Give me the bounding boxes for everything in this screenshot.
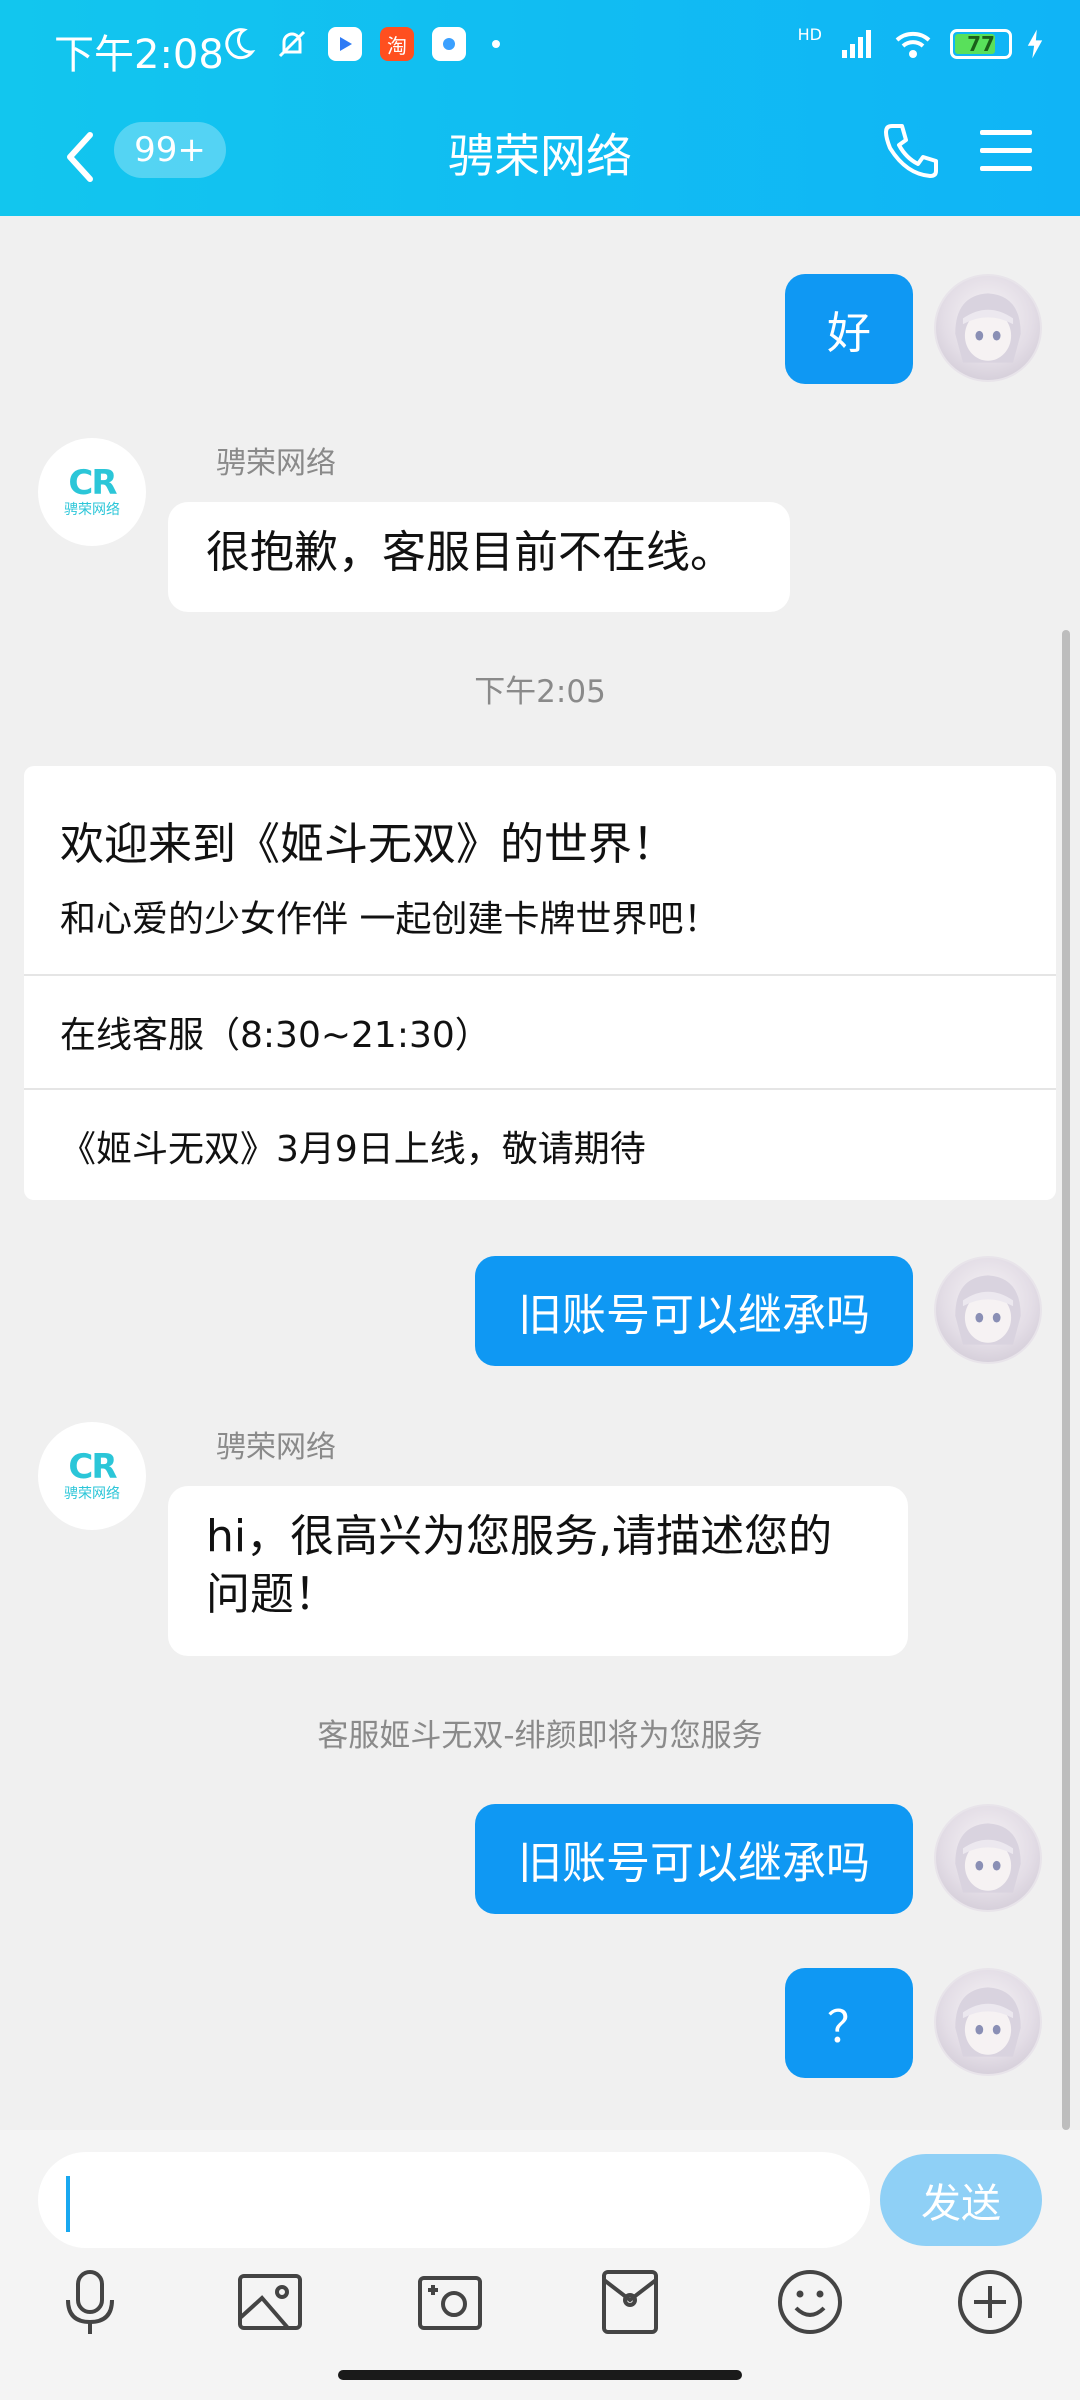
message-text: 好 <box>827 308 871 359</box>
app-icon <box>432 27 466 61</box>
wifi-icon <box>895 31 931 58</box>
image-icon[interactable] <box>232 2264 308 2340</box>
service-avatar[interactable]: CR 骋荣网络 <box>38 438 146 546</box>
phone-call-icon[interactable] <box>878 118 944 184</box>
cr-logo-caption: 骋荣网络 <box>64 1486 120 1502</box>
outgoing-message[interactable]: 旧账号可以继承吗 <box>475 1256 913 1366</box>
status-notification-icons: 淘 <box>220 26 500 62</box>
cr-logo-caption: 骋荣网络 <box>64 502 120 518</box>
microphone-icon[interactable] <box>52 2264 128 2340</box>
top-header: 下午2:08 淘 HD 77 99+ 骋荣网络 <box>0 0 1080 216</box>
taobao-app-icon: 淘 <box>380 27 414 61</box>
more-notifications-dot <box>492 40 500 48</box>
battery-indicator: 77 <box>950 29 1012 59</box>
incoming-message[interactable]: 很抱歉，客服目前不在线。 <box>168 502 790 612</box>
menu-icon[interactable] <box>976 120 1036 180</box>
message-text: 很抱歉，客服目前不在线。 <box>206 527 734 578</box>
send-button[interactable]: 发送 <box>880 2154 1042 2246</box>
chat-message-list[interactable]: 好 CR 骋荣网络 骋荣网络 很抱歉，客服目前不在线。 下午2:05 欢迎来到《… <box>0 216 1080 2130</box>
message-text: 旧账号可以继承吗 <box>518 1290 870 1341</box>
status-bar: 下午2:08 淘 HD 77 <box>0 0 1080 100</box>
text-caret <box>66 2176 70 2232</box>
anime-avatar-icon <box>955 1987 1021 2057</box>
message-timestamp: 下午2:05 <box>474 674 606 710</box>
card-divider <box>24 1088 1056 1090</box>
service-avatar[interactable]: CR 骋荣网络 <box>38 1422 146 1530</box>
user-avatar[interactable] <box>934 1256 1042 1364</box>
message-text: 旧账号可以继承吗 <box>518 1838 870 1889</box>
card-title: 欢迎来到《姬斗无双》的世界！ <box>60 819 676 870</box>
outgoing-message[interactable]: 好 <box>785 274 913 384</box>
sender-name: 骋荣网络 <box>216 446 336 481</box>
status-time: 下午2:08 <box>54 32 224 78</box>
anime-avatar-icon <box>955 1823 1021 1893</box>
incoming-message[interactable]: hi，很高兴为您服务,请描述您的问题！ <box>168 1486 908 1656</box>
card-subtitle: 和心爱的少女作伴 一起创建卡牌世界吧！ <box>60 899 720 940</box>
message-text: ？ <box>827 2002 871 2053</box>
user-avatar[interactable] <box>934 1968 1042 2076</box>
camera-icon[interactable] <box>412 2264 488 2340</box>
anime-avatar-icon <box>955 1275 1021 1345</box>
status-system-icons: HD 77 <box>797 24 1044 62</box>
signal-icon <box>842 30 871 58</box>
composer: 发送 <box>0 2130 1080 2400</box>
sender-name: 骋荣网络 <box>216 1430 336 1465</box>
card-divider <box>24 974 1056 976</box>
card-link-online-service[interactable]: 在线客服（8:30~21:30） <box>60 1006 491 1058</box>
bell-muted-icon <box>278 30 306 58</box>
plus-icon[interactable] <box>952 2264 1028 2340</box>
service-notice: 客服姬斗无双-绯颜即将为您服务 <box>317 1718 763 1754</box>
charging-icon <box>1027 29 1043 59</box>
red-packet-icon[interactable] <box>592 2264 668 2340</box>
outgoing-message[interactable]: 旧账号可以继承吗 <box>475 1804 913 1914</box>
anime-avatar-icon <box>955 293 1021 363</box>
cr-logo-mark: CR <box>68 1447 117 1487</box>
user-avatar[interactable] <box>934 1804 1042 1912</box>
chat-scrollbar[interactable] <box>1062 630 1070 2130</box>
outgoing-message[interactable]: ？ <box>785 1968 913 2078</box>
home-indicator[interactable] <box>338 2370 742 2380</box>
emoji-icon[interactable] <box>772 2264 848 2340</box>
video-app-icon <box>328 27 362 61</box>
welcome-card: 欢迎来到《姬斗无双》的世界！ 和心爱的少女作伴 一起创建卡牌世界吧！ 在线客服（… <box>24 766 1056 1200</box>
nav-bar: 99+ 骋荣网络 <box>0 100 1080 216</box>
cr-logo-mark: CR <box>68 463 117 503</box>
message-input[interactable] <box>38 2152 870 2248</box>
hd-label: HD <box>797 24 822 44</box>
card-link-launch-notice[interactable]: 《姬斗无双》3月9日上线，敬请期待 <box>60 1120 646 1172</box>
battery-level: 77 <box>967 32 995 56</box>
message-text: hi，很高兴为您服务,请描述您的问题！ <box>206 1511 833 1620</box>
user-avatar[interactable] <box>934 274 1042 382</box>
moon-icon <box>225 28 256 60</box>
